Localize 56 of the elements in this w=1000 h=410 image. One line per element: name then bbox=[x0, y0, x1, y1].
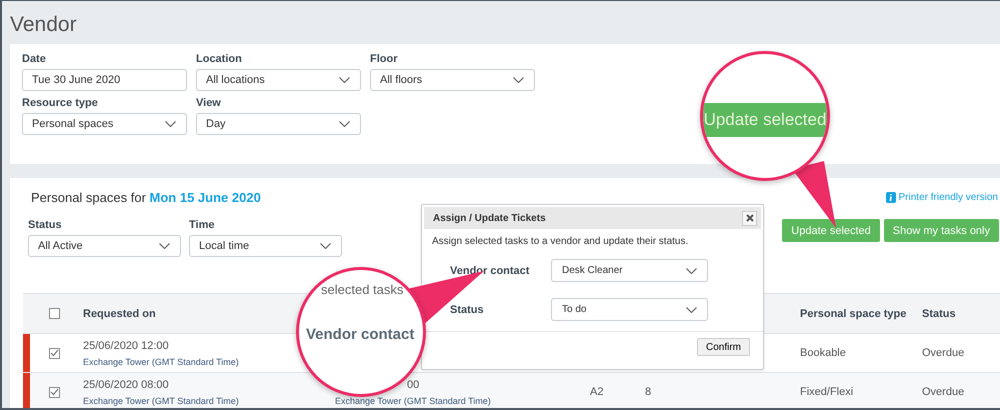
close-button[interactable] bbox=[742, 210, 757, 226]
table-cell: 8 bbox=[645, 386, 652, 398]
table-cell-text: Exchange Tower (GMT Standard Time) bbox=[83, 356, 240, 366]
row-checkbox[interactable] bbox=[49, 386, 60, 398]
table-cell-text: Exchange Tower (GMT Standard Time) bbox=[335, 396, 492, 406]
dropdown[interactable]: All floors bbox=[370, 69, 535, 91]
dropdown[interactable]: Desk Cleaner bbox=[551, 259, 708, 282]
chevron-down-icon bbox=[339, 121, 350, 127]
chevron-down-icon bbox=[320, 243, 331, 249]
chevron-down-icon bbox=[686, 306, 697, 312]
table-cell-text: Requested on bbox=[83, 308, 157, 320]
table-cell-text: Status bbox=[922, 308, 957, 320]
table-cell: Overdue bbox=[922, 386, 964, 398]
field-label: View bbox=[196, 97, 222, 109]
field-label: Location bbox=[196, 53, 243, 65]
dropdown[interactable]: To do bbox=[551, 298, 708, 321]
select-all-checkbox[interactable] bbox=[49, 308, 60, 319]
list-heading: Personal spaces for Mon 15 June 2020 bbox=[31, 190, 261, 205]
field-label: Resource type bbox=[22, 97, 99, 109]
dropdown[interactable]: Day bbox=[196, 113, 361, 135]
table-cell: A2 bbox=[590, 386, 604, 398]
table-cell-text: Exchange Tower (GMT Standard Time) bbox=[83, 396, 240, 406]
table-cell-text: 25/06/2020 12:00 bbox=[83, 340, 170, 352]
field-label: Floor bbox=[370, 53, 398, 65]
dialog-title: Assign / Update Tickets bbox=[433, 212, 546, 224]
row-checkbox[interactable] bbox=[49, 348, 60, 358]
chevron-down-icon bbox=[686, 268, 697, 274]
field-label: Vendor contact bbox=[450, 264, 530, 276]
magnified-label: Vendor contact bbox=[306, 326, 414, 343]
chevron-down-icon bbox=[513, 77, 524, 83]
dialog-description: Assign selected tasks to a vendor and update their status. bbox=[431, 235, 690, 247]
date-field[interactable]: Tue 30 June 2020 bbox=[22, 69, 187, 91]
field-label: Date bbox=[22, 53, 47, 65]
dropdown[interactable]: All locations bbox=[196, 69, 361, 91]
table-cell-text: 25/06/2020 08:00 bbox=[83, 378, 170, 390]
magnified-text: selected tasks bbox=[321, 282, 404, 297]
field-label: Time bbox=[189, 219, 216, 231]
table-cell: Fixed/Flexi bbox=[800, 386, 854, 398]
field-label: Status bbox=[450, 304, 485, 316]
close-icon bbox=[746, 214, 754, 222]
chevron-down-icon bbox=[159, 243, 170, 249]
table-cell: Overdue bbox=[922, 347, 964, 359]
page-title: Vendor bbox=[9, 12, 78, 38]
info-icon bbox=[886, 192, 896, 203]
chevron-down-icon bbox=[339, 77, 350, 83]
check-icon bbox=[50, 349, 59, 357]
confirm-button[interactable]: Confirm bbox=[696, 338, 750, 356]
table-cell-text: Personal space type bbox=[800, 308, 908, 320]
dropdown[interactable]: All Active bbox=[28, 235, 181, 257]
chevron-down-icon bbox=[165, 121, 176, 127]
field-label: Status bbox=[28, 219, 63, 231]
dropdown[interactable]: Local time bbox=[189, 235, 342, 257]
table-cell-text: 00 bbox=[407, 378, 420, 390]
dropdown[interactable]: Personal spaces bbox=[22, 113, 187, 135]
check-icon bbox=[50, 388, 59, 396]
table-cell: Bookable bbox=[800, 347, 846, 359]
